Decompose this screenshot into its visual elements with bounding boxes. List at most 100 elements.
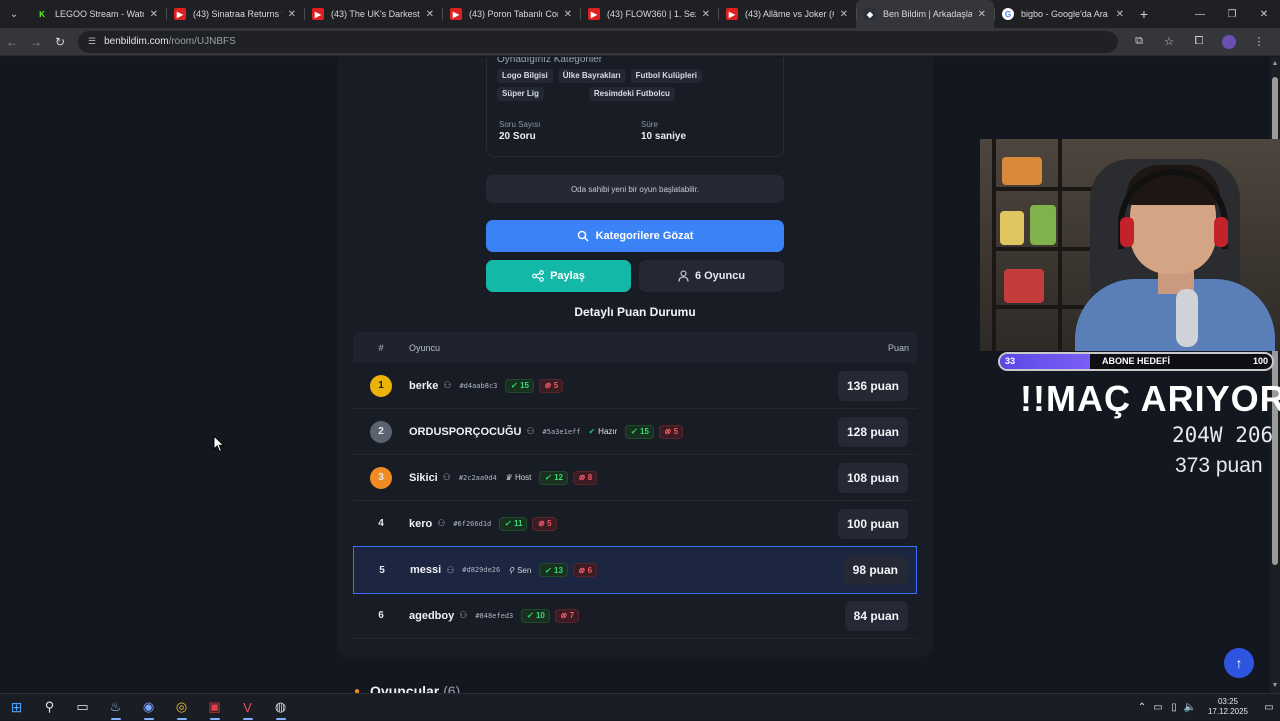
rank-cell: 1 bbox=[353, 374, 409, 397]
check-circle-icon: ✓ bbox=[504, 519, 511, 528]
tab-title: (43) Sinatraa Returns to C bbox=[193, 9, 282, 19]
correct-count: ✓ 10 bbox=[521, 608, 550, 623]
profile-avatar[interactable] bbox=[1214, 34, 1244, 49]
table-row[interactable]: 4 kero ⚇ #6f266d1d ✓ 11 ⊗ 5 100 puan bbox=[353, 501, 917, 547]
scroll-up-icon[interactable]: ▲ bbox=[1271, 60, 1279, 68]
notification-icon[interactable]: ▭ bbox=[1258, 702, 1280, 713]
tab-youtube-4[interactable]: ▶ (43) FLOW360 | 1. Sezon 3 ✕ bbox=[580, 0, 718, 28]
system-clock[interactable]: 03:25 17.12.2025 bbox=[1198, 697, 1258, 717]
browse-categories-button[interactable]: Kategorilere Gözat bbox=[486, 220, 784, 252]
correct-count: ✓ 15 bbox=[505, 378, 534, 393]
forward-icon[interactable]: → bbox=[24, 35, 48, 49]
player-id: #d4aab8c3 bbox=[459, 381, 498, 390]
category-chip: Futbol Kulüpleri bbox=[630, 69, 702, 83]
share-button[interactable]: Paylaş bbox=[486, 260, 631, 292]
close-icon[interactable]: ✕ bbox=[702, 9, 710, 20]
close-icon[interactable]: ✕ bbox=[978, 9, 986, 20]
menu-kebab-icon[interactable]: ⋮ bbox=[1244, 35, 1274, 49]
wrong-value: 5 bbox=[673, 427, 679, 436]
reload-icon[interactable]: ↻ bbox=[48, 35, 72, 49]
task-view-icon[interactable]: ▭ bbox=[66, 694, 99, 721]
scroll-down-icon[interactable]: ▼ bbox=[1271, 682, 1279, 690]
valorant-icon[interactable]: V bbox=[231, 694, 264, 721]
cursor-arrow-icon bbox=[213, 435, 225, 453]
x-circle-icon: ⊗ bbox=[577, 565, 585, 575]
tab-youtube-3[interactable]: ▶ (43) Poron Tabanlı Contro ✕ bbox=[442, 0, 580, 28]
tab-title: LEGOO Stream - Watch Li bbox=[55, 9, 144, 19]
restore-icon[interactable]: ❐ bbox=[1216, 9, 1248, 20]
col-player: Oyuncu bbox=[409, 342, 441, 353]
table-row[interactable]: 3 Sikici ⚇ #2c2aa0d4 ♛ Host ✓ 12 ⊗ 8 108 pu… bbox=[353, 455, 917, 501]
table-row[interactable]: 1 berke ⚇ #d4aab8c3 ✓ 15 ⊗ 5 136 puan bbox=[353, 363, 917, 409]
players-button[interactable]: 6 Oyuncu bbox=[639, 260, 784, 292]
close-icon[interactable]: ✕ bbox=[1116, 9, 1124, 20]
person-icon: ⚲ bbox=[508, 565, 515, 575]
url-host: benbildim.com bbox=[104, 36, 169, 47]
tab-benbildim[interactable]: ◆ Ben Bildim | Arkadaşlarınl ✕ bbox=[856, 0, 994, 28]
youtube-icon: ▶ bbox=[174, 8, 186, 20]
extensions-icon[interactable]: ⧠ bbox=[1184, 35, 1214, 49]
close-icon[interactable]: ✕ bbox=[150, 9, 158, 20]
points-badge: 98 puan bbox=[843, 555, 907, 585]
google-icon: G bbox=[1002, 8, 1014, 20]
close-window-icon[interactable]: ✕ bbox=[1248, 9, 1280, 20]
wrong-value: 5 bbox=[553, 381, 559, 390]
clock-date: 17.12.2025 bbox=[1207, 707, 1249, 716]
app-globe-icon[interactable]: ◉ bbox=[132, 694, 165, 721]
tab-legoo-stream[interactable]: K LEGOO Stream - Watch Li ✕ bbox=[28, 0, 166, 28]
new-tab-button[interactable]: + bbox=[1132, 6, 1156, 22]
correct-count: ✓ 11 bbox=[499, 516, 528, 531]
battery-icon[interactable]: ▯ bbox=[1166, 702, 1182, 713]
scroll-to-top-button[interactable]: ↑ bbox=[1224, 648, 1254, 678]
app-orb-icon[interactable]: ◍ bbox=[264, 694, 297, 721]
arrow-up-icon: ↑ bbox=[1235, 655, 1243, 671]
table-row[interactable]: 2 ORDUSPORÇOCUĞU ⚇ #5a3e1eff ✔ Hazır ✓ 15 … bbox=[353, 409, 917, 455]
close-icon[interactable]: ✕ bbox=[288, 9, 296, 20]
x-circle-icon: ⊗ bbox=[543, 381, 551, 390]
x-circle-icon: ⊗ bbox=[559, 611, 567, 620]
table-row-current-user[interactable]: 5 messi ⚇ #d829de26 ⚲ Sen ✓ 13 ⊗ 6 98 puan bbox=[353, 546, 917, 594]
players-label: 6 Oyuncu bbox=[694, 270, 746, 282]
wrong-count: ⊗ 5 bbox=[658, 424, 684, 439]
correct-value: 15 bbox=[520, 381, 529, 390]
tab-youtube-5[interactable]: ▶ (43) Allâme vs Joker (#De ✕ bbox=[718, 0, 856, 28]
stream-points: 373 puan bbox=[1175, 454, 1263, 477]
player-name: berke bbox=[409, 379, 439, 392]
back-icon[interactable]: ← bbox=[0, 35, 24, 49]
search-icon[interactable]: ⚲ bbox=[33, 694, 66, 721]
tab-title: bigbo - Google'da Ara bbox=[1021, 9, 1108, 19]
player-id: #2c2aa0d4 bbox=[458, 473, 497, 482]
close-icon[interactable]: ✕ bbox=[426, 9, 434, 20]
bookmark-star-icon[interactable]: ☆ bbox=[1154, 35, 1184, 49]
windows-start-icon[interactable]: ⊞ bbox=[0, 694, 33, 721]
site-info-icon[interactable]: ☰ bbox=[88, 36, 96, 47]
install-app-icon[interactable]: ⧉ bbox=[1124, 35, 1154, 49]
volume-icon[interactable]: 🔈 bbox=[1182, 702, 1198, 713]
tab-youtube-2[interactable]: ▶ (43) The UK's Darkest Tac ✕ bbox=[304, 0, 442, 28]
clock-time: 03:25 bbox=[1217, 697, 1239, 706]
correct-value: 15 bbox=[640, 427, 649, 436]
you-tag: ⚲ Sen bbox=[508, 566, 531, 575]
table-row[interactable]: 6 agedboy ⚇ #848efed3 ✓ 10 ⊗ 7 84 puan bbox=[353, 593, 917, 639]
browse-label: Kategorilere Gözat bbox=[595, 230, 694, 242]
correct-value: 11 bbox=[513, 519, 523, 528]
chevron-up-icon[interactable]: ⌃ bbox=[1134, 702, 1150, 713]
points-badge: 128 puan bbox=[837, 417, 908, 447]
chrome-icon[interactable]: ◎ bbox=[165, 694, 198, 721]
duration-value: 10 saniye bbox=[641, 131, 687, 142]
share-label: Paylaş bbox=[550, 270, 585, 282]
window-controls: — ❐ ✕ bbox=[1184, 9, 1280, 20]
network-icon[interactable]: ▭ bbox=[1150, 702, 1166, 713]
tab-google[interactable]: G bigbo - Google'da Ara ✕ bbox=[994, 0, 1132, 28]
scoreboard-title: Detaylı Puan Durumu bbox=[574, 305, 696, 319]
correct-count: ✓ 13 bbox=[539, 563, 568, 577]
minimize-icon[interactable]: — bbox=[1184, 9, 1216, 20]
close-icon[interactable]: ✕ bbox=[840, 9, 848, 20]
close-icon[interactable]: ✕ bbox=[564, 9, 572, 20]
app-red-icon[interactable]: ▣ bbox=[198, 694, 231, 721]
url-input[interactable]: ☰ benbildim.com/room/UJNBFS bbox=[78, 30, 1118, 53]
wrong-count: ⊗ 5 bbox=[538, 378, 564, 393]
steam-icon[interactable]: ♨ bbox=[99, 694, 132, 721]
tab-youtube-1[interactable]: ▶ (43) Sinatraa Returns to C ✕ bbox=[166, 0, 304, 28]
tab-search-button[interactable]: ⌄ bbox=[0, 0, 28, 28]
